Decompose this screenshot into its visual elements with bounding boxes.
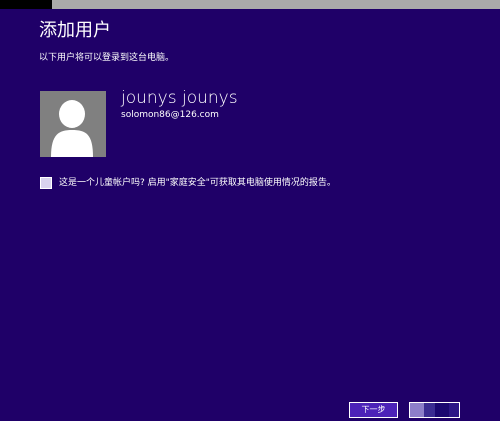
user-email: solomon86@126.com (121, 110, 219, 120)
cancel-button[interactable] (409, 402, 460, 418)
cancel-button-fill (435, 403, 449, 417)
user-avatar (40, 91, 106, 157)
next-button[interactable]: 下一步 (349, 402, 398, 418)
cancel-button-fill (410, 403, 424, 417)
child-account-label[interactable]: 这是一个儿童帐户吗? 启用"家庭安全"可获取其电脑使用情况的报告。 (59, 178, 336, 189)
child-account-checkbox[interactable] (40, 177, 52, 189)
cancel-button-fill (424, 403, 435, 417)
page-title: 添加用户 (39, 20, 111, 41)
cancel-button-fill (449, 403, 459, 417)
page-subtitle: 以下用户将可以登录到这台电脑。 (39, 53, 175, 63)
top-progress-segment (0, 0, 52, 9)
user-display-name: jounys jounys (121, 88, 238, 108)
user-silhouette-icon (51, 100, 93, 157)
top-progress-bar (0, 0, 500, 9)
